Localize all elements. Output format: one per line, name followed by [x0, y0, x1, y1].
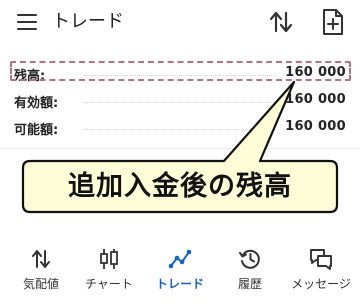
callout-text: 追加入金後の残高: [68, 171, 292, 202]
equity-row: 有効額: 160 000: [14, 89, 346, 115]
messages-icon: [310, 249, 332, 270]
nav-history[interactable]: 履歴: [214, 237, 286, 305]
leader-dots: [84, 129, 276, 130]
nav-trade[interactable]: トレード: [144, 237, 216, 305]
app-header: トレード: [0, 0, 360, 44]
add-document-icon[interactable]: [321, 8, 345, 36]
nav-history-label: 履歴: [237, 277, 262, 291]
quotes-arrows-icon: [32, 250, 50, 268]
history-clock-icon: [239, 249, 260, 269]
nav-quotes[interactable]: 気配値: [5, 237, 77, 305]
sort-up-down-icon[interactable]: [268, 9, 294, 35]
candlestick-chart-icon: [100, 249, 118, 269]
page-title: トレード: [52, 11, 124, 32]
nav-quotes-label: 気配値: [22, 277, 59, 291]
free-margin-label: 可能額:: [14, 123, 59, 138]
trade-line-icon: [168, 249, 192, 269]
equity-label: 有効額:: [14, 96, 59, 111]
leader-dots: [84, 102, 276, 103]
free-margin-row: 可能額: 160 000: [14, 116, 346, 142]
hamburger-menu-icon[interactable]: [17, 14, 37, 31]
nav-chart-label: チャート: [85, 277, 133, 291]
nav-messages[interactable]: メッセージ: [285, 237, 357, 305]
free-margin-value: 160 000: [285, 119, 346, 134]
bottom-navigation: 気配値 チャート トレード 履歴 メッセージ: [0, 237, 360, 305]
equity-value: 160 000: [285, 92, 346, 107]
nav-messages-label: メッセージ: [291, 277, 351, 291]
nav-chart[interactable]: チャート: [73, 237, 145, 305]
balance-highlight-box: [10, 61, 351, 81]
nav-trade-label: トレード: [155, 277, 204, 291]
section-divider: [0, 148, 360, 149]
